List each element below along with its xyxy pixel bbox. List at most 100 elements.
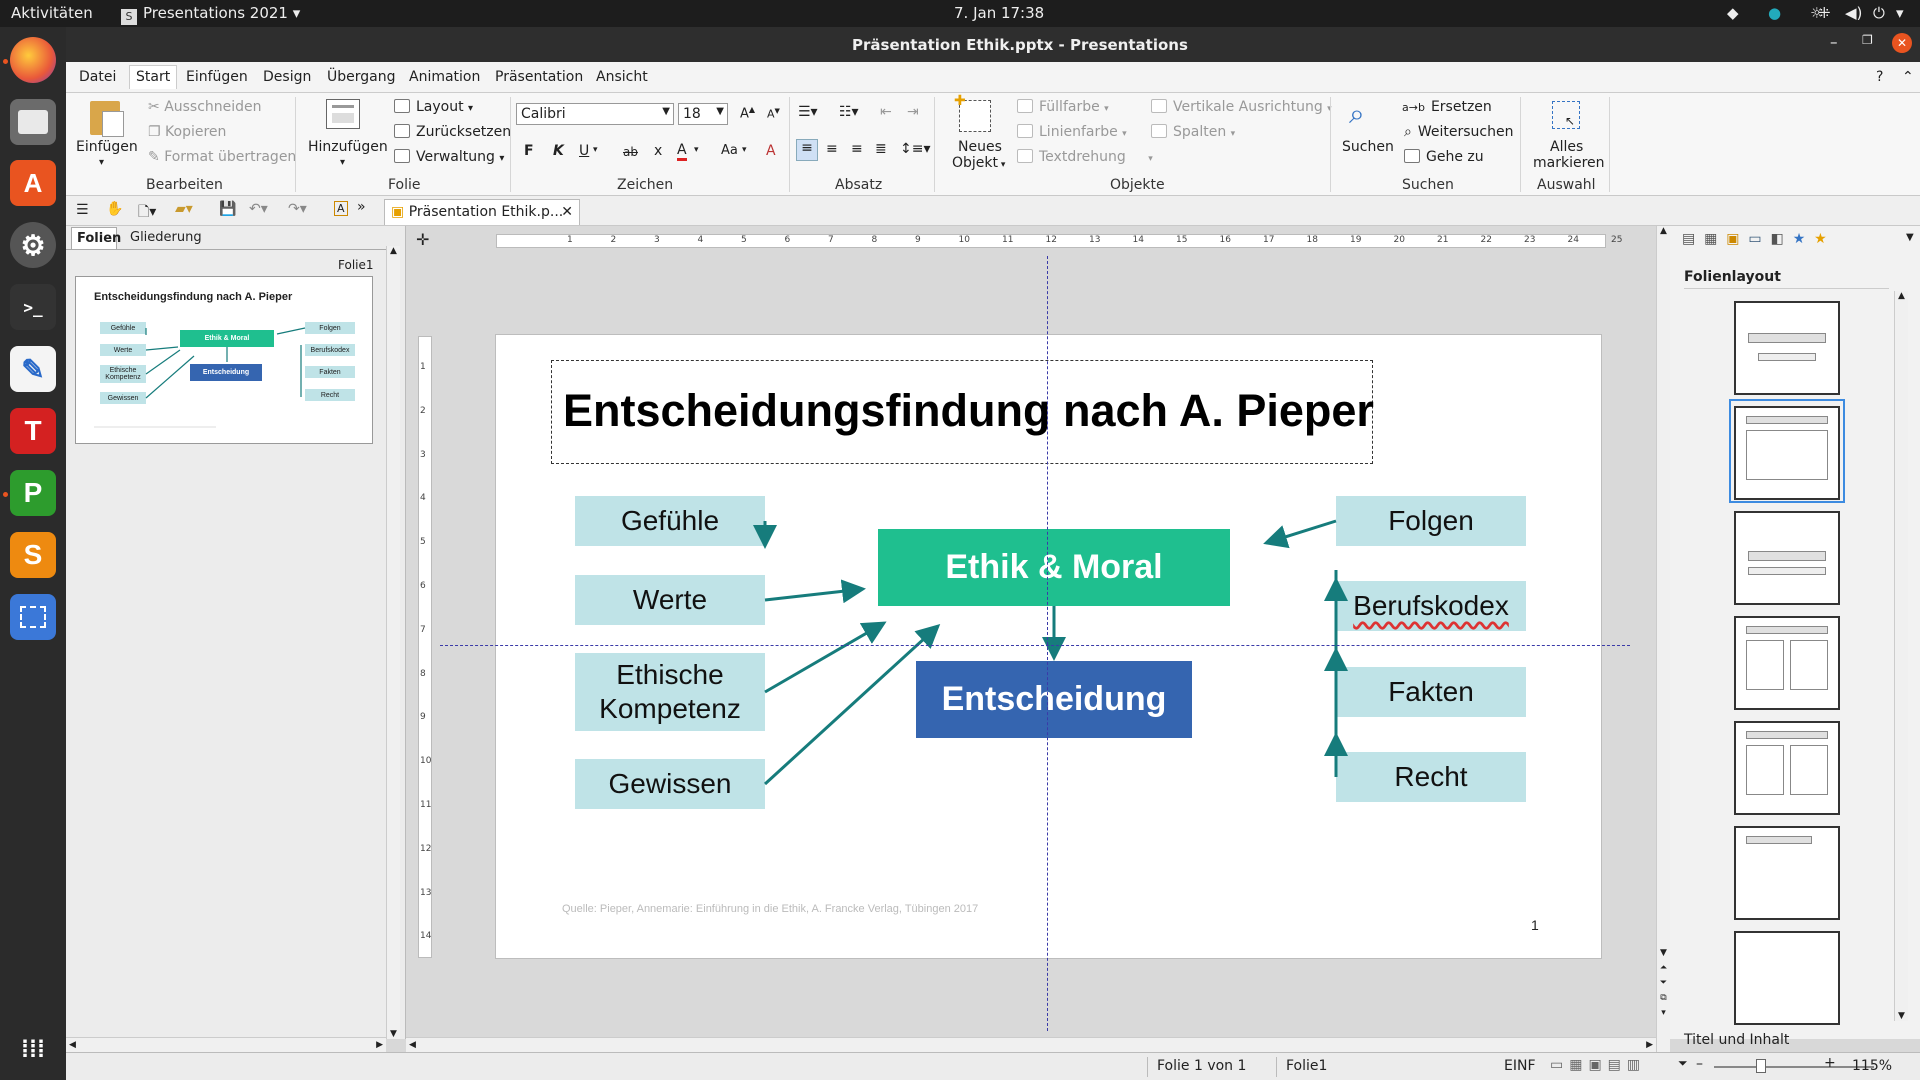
activities-button[interactable]: Aktivitäten [11, 4, 93, 22]
close-tab-icon[interactable]: ✕ [561, 204, 573, 220]
vertical-align-button[interactable]: Vertikale Ausrichtung ▾ [1151, 99, 1332, 115]
network-icon[interactable]: ⁜ [1818, 4, 1831, 22]
textmaker-icon[interactable]: T [10, 408, 56, 454]
minimize-icon[interactable]: – [1830, 33, 1838, 51]
close-icon[interactable]: ✕ [1892, 33, 1912, 53]
find-next-button[interactable]: ⌕ Weitersuchen [1404, 124, 1513, 140]
editor-vscrollbar[interactable]: ▲ ▼ ⏶ ⏷ ⧉ ▾ [1656, 226, 1670, 1052]
zoom-out-icon[interactable]: – [1696, 1056, 1703, 1072]
columns-button[interactable]: Spalten ▾ [1151, 124, 1235, 140]
chevron-down-icon[interactable]: ▾ [742, 145, 747, 155]
document-tab[interactable]: ▣ Präsentation Ethik.p... ✕ [384, 199, 580, 225]
hand-tool-icon[interactable]: ✋ [106, 201, 123, 217]
more-tools-icon[interactable]: » [357, 199, 366, 215]
dropbox-icon[interactable]: ◆ [1727, 4, 1739, 22]
menu-animation[interactable]: Animation [409, 69, 480, 85]
copy-button[interactable]: ❐ Kopieren [148, 124, 226, 140]
line-color-button[interactable]: Linienfarbe ▾ [1017, 124, 1127, 140]
text-editor-icon[interactable]: ✎ [10, 346, 56, 392]
power-icon[interactable]: ⏻ [1873, 4, 1885, 22]
search-button[interactable]: Suchen [1342, 139, 1394, 155]
sidebar-toggle-icon[interactable]: ☰ [76, 202, 89, 218]
character-format-icon[interactable]: A [766, 143, 776, 159]
menu-ansicht[interactable]: Ansicht [596, 69, 648, 85]
font-color-icon[interactable]: A [677, 142, 687, 161]
volume-icon[interactable]: ◀) [1845, 4, 1862, 22]
chevron-down-icon[interactable]: ▾ [340, 157, 345, 168]
shrink-font-icon[interactable]: A▼ [767, 107, 780, 121]
menu-start[interactable]: Start [129, 65, 178, 89]
strikethrough-button[interactable]: ab [623, 145, 638, 159]
fill-color-button[interactable]: Füllfarbe ▾ [1017, 99, 1109, 115]
increase-indent-icon[interactable]: ⇥ [907, 104, 919, 120]
maximize-icon[interactable]: ❐ [1862, 33, 1873, 47]
select-all-button[interactable]: Alles [1550, 139, 1583, 155]
slide-thumbnail[interactable]: Entscheidungsfindung nach A. Pieper Gefü… [75, 276, 373, 444]
menu-design[interactable]: Design [263, 69, 311, 85]
master-panel-icon[interactable]: ▣ [1726, 231, 1739, 247]
zoom-slider[interactable] [1714, 1066, 1874, 1068]
background-panel-icon[interactable]: ▭ [1748, 231, 1761, 247]
search-icon[interactable]: ⌕ [1349, 97, 1365, 131]
format-painter-button[interactable]: ✎ Format übertragen [148, 149, 296, 165]
slide-canvas[interactable]: Entscheidungsfindung nach A. Pieper Gefü… [495, 334, 1602, 959]
replace-button[interactable]: a→b Ersetzen [1402, 99, 1492, 115]
bold-button[interactable]: F [524, 143, 534, 159]
horizontal-ruler[interactable]: 1 2 3 4 5 6 7 8 9 10 11 12 13 14 15 16 17 18 19 20 21 22 23 24 2… [496, 234, 1622, 248]
vertical-guide[interactable] [1047, 256, 1048, 1031]
firefox-icon[interactable] [10, 37, 56, 83]
autotext-icon[interactable]: A [334, 201, 348, 216]
slides-scrollbar[interactable]: ▲ ▼ [386, 246, 400, 1039]
layout-title-slide[interactable] [1734, 301, 1840, 395]
tab-folien[interactable]: Folien [71, 227, 121, 249]
layout-comparison[interactable] [1734, 721, 1840, 815]
ruler-origin-icon[interactable]: ✛ [416, 230, 429, 249]
app-grid-icon[interactable]: ⁞⁞⁞ [10, 1027, 56, 1073]
chevron-down-icon[interactable]: ▾ [694, 145, 699, 155]
align-right-icon[interactable]: ≡ [851, 141, 863, 157]
justify-icon[interactable]: ≣ [875, 141, 887, 157]
open-folder-icon[interactable]: ▰▾ [175, 201, 193, 217]
system-menu-chevron-icon[interactable]: ▾ [1896, 4, 1904, 22]
menu-uebergang[interactable]: Übergang [327, 69, 395, 85]
paste-button[interactable]: Einfügen [76, 139, 138, 155]
files-icon[interactable] [10, 99, 56, 145]
new-object-button[interactable]: Neues [958, 139, 1002, 155]
settings-gear-icon[interactable]: ⚙ [10, 222, 56, 268]
goto-button[interactable]: Gehe zu [1404, 149, 1484, 165]
chevron-down-icon[interactable]: ▾ [593, 145, 598, 155]
animation-star-icon[interactable]: ★ [1793, 231, 1806, 247]
font-family-select[interactable]: Calibri ▼ [516, 103, 674, 125]
add-slide-icon[interactable] [326, 99, 360, 129]
numbered-list-icon[interactable]: ☷▾ [839, 104, 859, 120]
select-all-button-2[interactable]: markieren [1533, 155, 1605, 171]
transitions-panel-icon[interactable]: ◧ [1771, 231, 1784, 247]
layout-two-content[interactable] [1734, 616, 1840, 710]
layout-button[interactable]: Layout ▾ [394, 99, 473, 115]
decrease-indent-icon[interactable]: ⇤ [880, 104, 892, 120]
horizontal-guide[interactable] [440, 645, 1630, 646]
align-left-icon[interactable]: ≡ [796, 139, 818, 161]
menu-praesentation[interactable]: Präsentation [495, 69, 583, 85]
vertical-ruler[interactable]: 1 2 3 4 5 6 7 8 9 10 11 12 13 14 [418, 336, 432, 958]
new-object-icon[interactable]: ✚ [954, 93, 991, 132]
menu-einfuegen[interactable]: Einfügen [186, 69, 248, 85]
menu-datei[interactable]: Datei [79, 69, 116, 85]
tab-gliederung[interactable]: Gliederung [130, 230, 202, 245]
clock[interactable]: 7. Jan 17:38 [954, 4, 1044, 22]
screenshot-icon[interactable] [10, 594, 56, 640]
layout-section-header[interactable] [1734, 511, 1840, 605]
select-all-icon[interactable]: ↖ [1552, 101, 1580, 129]
layout-panel-icon[interactable]: ▤ [1682, 231, 1695, 247]
collapse-ribbon-icon[interactable]: ⌃ [1902, 69, 1914, 85]
add-slide-button[interactable]: Hinzufügen [308, 139, 388, 155]
text-rotation-button[interactable]: Textdrehung ▾ [1017, 149, 1153, 165]
layout-scrollbar[interactable]: ▲ ▼ [1894, 291, 1908, 1021]
effects-star-icon[interactable]: ★ [1814, 231, 1827, 247]
underline-button[interactable]: U [579, 143, 589, 159]
layout-title-only[interactable] [1734, 826, 1840, 920]
reset-button[interactable]: Zurücksetzen [394, 124, 511, 140]
font-size-select[interactable]: 18 ▼ [678, 103, 728, 125]
change-case-icon[interactable]: Aa [721, 143, 738, 158]
editor-hscrollbar[interactable]: ◀ ▶ [406, 1037, 1656, 1053]
